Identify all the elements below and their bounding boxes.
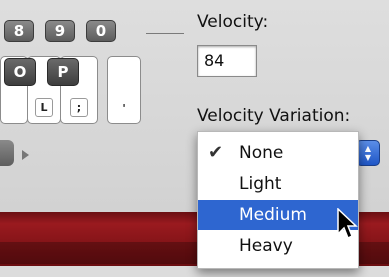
divider-line [146,33,184,34]
disclosure-arrow-icon[interactable] [22,150,29,160]
menu-item-heavy-label: Heavy [239,236,293,256]
velocity-field[interactable]: 84 [197,45,257,77]
key-8[interactable]: 8 [4,20,34,42]
key-semicolon-label: ; [70,98,88,117]
key-o[interactable]: O [4,58,36,86]
menu-item-medium-label: Medium [239,205,307,225]
menu-item-medium[interactable]: Medium [198,200,358,230]
checkmark-icon: ✔ [208,142,224,163]
key-9[interactable]: 9 [45,20,75,42]
white-key-apostrophe[interactable]: ' [107,56,141,124]
scroll-left-button[interactable] [0,140,14,166]
popup-arrows-icon[interactable]: ▲ ▼ [356,140,380,166]
key-apostrophe-label: ' [116,100,132,117]
menu-item-none-label: None [239,143,284,163]
menu-item-light-label: Light [239,174,282,194]
velocity-label: Velocity: [197,12,269,32]
key-p[interactable]: P [47,58,79,86]
velocity-variation-menu: ✔ None Light Medium Heavy [197,131,359,269]
menu-item-none[interactable]: ✔ None [198,138,358,168]
key-l-label: L [35,98,53,117]
mouse-cursor-icon [337,208,358,240]
menu-item-heavy[interactable]: Heavy [198,231,358,261]
menu-item-light[interactable]: Light [198,169,358,199]
key-0[interactable]: 0 [86,20,116,42]
velocity-variation-label: Velocity Variation: [197,106,351,126]
